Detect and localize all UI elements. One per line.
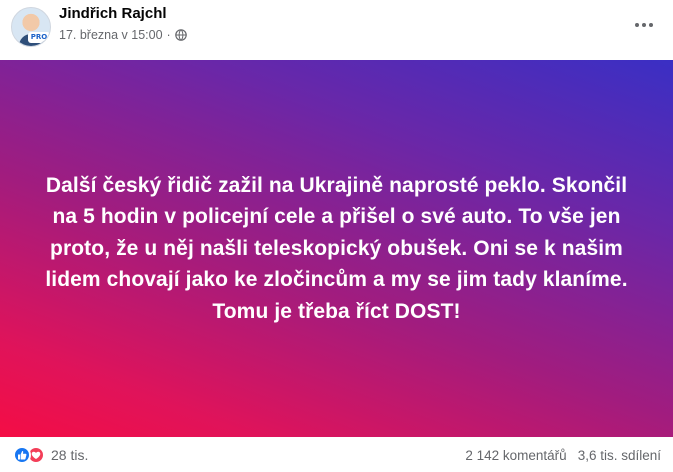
author-name[interactable]: Jindřich Rajchl	[59, 5, 167, 22]
post-meta: 17. března v 15:00 ·	[59, 28, 187, 42]
comments-link[interactable]: 2 142 komentářů	[465, 448, 566, 463]
post-footer: 28 tis. 2 142 komentářů 3,6 tis. sdílení	[0, 437, 673, 472]
post-image-text: Další český řidič zažil na Ukrajině napr…	[45, 173, 628, 323]
reactions-summary[interactable]: 28 tis.	[13, 446, 88, 464]
reaction-count: 28 tis.	[51, 447, 89, 463]
post-image[interactable]: Další český řidič zažil na Ukrajině napr…	[0, 60, 673, 437]
shares-link[interactable]: 3,6 tis. sdílení	[578, 448, 661, 463]
post-header: PRO Jindřich Rajchl 17. března v 15:00 ·	[0, 0, 673, 60]
globe-icon	[174, 29, 187, 41]
engagement-counts: 2 142 komentářů 3,6 tis. sdílení	[465, 448, 661, 463]
avatar-badge: PRO	[28, 32, 50, 43]
author-avatar[interactable]: PRO	[11, 7, 51, 47]
more-options-icon[interactable]	[629, 10, 659, 40]
meta-separator: ·	[166, 28, 171, 42]
like-icon	[13, 446, 31, 464]
post-timestamp[interactable]: 17. března v 15:00	[59, 28, 163, 42]
